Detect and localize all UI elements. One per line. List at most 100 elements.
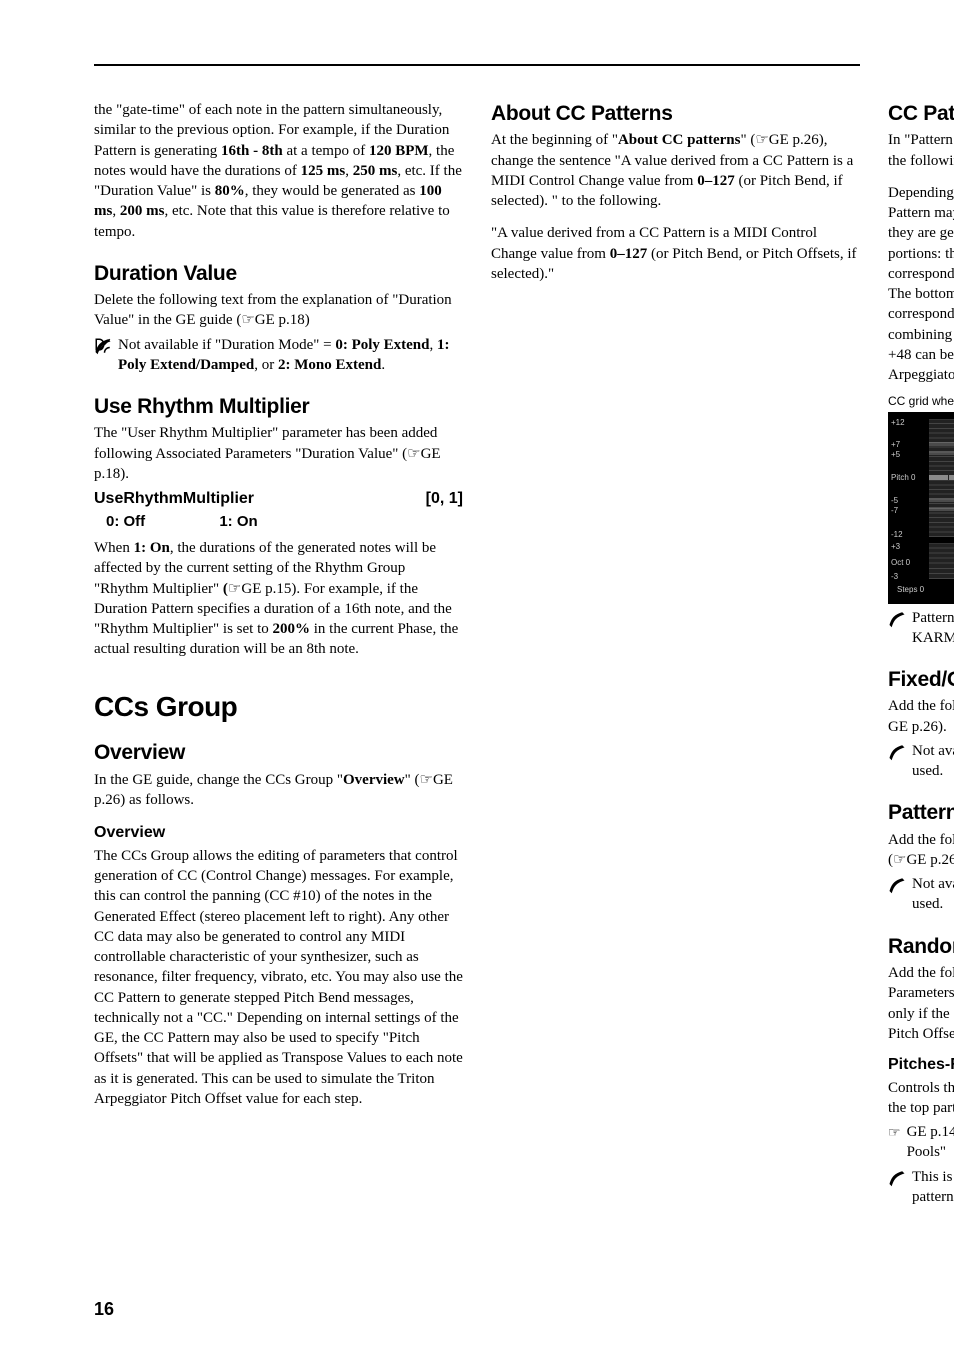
- text: ,: [345, 163, 353, 179]
- pointer-icon: ☞: [888, 1123, 901, 1142]
- subheading-overview: Overview: [94, 822, 463, 844]
- axis-label: Steps 0: [897, 585, 924, 596]
- note: This is valid only if the GE settings ma…: [888, 1167, 954, 1208]
- body-text: Add the following note to the explanatio…: [888, 830, 954, 871]
- page-content: the "gate-time" of each note in the patt…: [94, 100, 860, 1291]
- cross-reference: ☞ GE p.14 Rhythm Group: Random Weighting…: [888, 1122, 954, 1163]
- body-text: Delete the following text from the expla…: [94, 290, 463, 331]
- text: ,: [430, 337, 438, 353]
- bold: 1: On: [134, 540, 170, 556]
- body-text: Depending on internal settings of the GE…: [888, 183, 954, 386]
- heading: CC Pattern: [888, 100, 954, 128]
- note-icon: [888, 610, 906, 628]
- note: Not available in Phase 2 when Pitch Offs…: [888, 741, 954, 782]
- pitch-zero-row: [929, 475, 954, 480]
- section-duration-value: Duration Value Delete the following text…: [94, 260, 463, 375]
- top-rule: [94, 64, 860, 66]
- body-text: "A value derived from a CC Pattern is a …: [491, 223, 860, 284]
- grid-highlight-row: [929, 498, 954, 503]
- body-text: Controls the shape of the weighting curv…: [888, 1078, 954, 1119]
- section-use-rhythm-multiplier: Use Rhythm Multiplier The "User Rhythm M…: [94, 393, 463, 659]
- bold: 80%: [215, 183, 245, 199]
- note-icon: [888, 876, 906, 894]
- heading-overview: Overview: [94, 739, 463, 767]
- section-fixed-on: Fixed/On Add the following note to the e…: [888, 666, 954, 781]
- param-name: Pitches-Random Factor: [888, 1054, 954, 1076]
- body-text: The "User Rhythm Multiplier" parameter h…: [94, 423, 463, 484]
- body-text: At the beginning of "About CC patterns" …: [491, 130, 860, 211]
- heading: Fixed/On: [888, 666, 954, 694]
- text: At the beginning of ": [491, 132, 618, 148]
- bold: 200 ms: [120, 203, 165, 219]
- param-name: UseRhythmMultiplier: [94, 488, 254, 510]
- text: .: [381, 357, 385, 373]
- bold: 200%: [273, 621, 311, 637]
- param-range: [0, 1]: [426, 488, 463, 510]
- steps-axis: Steps 0 8 16 24 32 40 48 56 64: [929, 585, 954, 599]
- note-text: This is valid only if the GE settings ma…: [912, 1167, 954, 1208]
- note-text: Not available if "Duration Mode" = 0: Po…: [118, 335, 463, 376]
- axis-label: -7: [891, 507, 898, 515]
- heading-ccs-group: CCs Group: [94, 688, 463, 726]
- bold: 0–127: [610, 246, 648, 262]
- bold: 16th - 8th: [221, 143, 283, 159]
- note-icon: [94, 337, 112, 355]
- axis-label: Pitch 0: [891, 474, 915, 482]
- note-text: Pattern grids cannot be viewed and edite…: [912, 608, 954, 649]
- option-off: 0: Off: [106, 513, 145, 530]
- axis-label: +3: [891, 543, 900, 551]
- section-ccs-group: CCs Group Overview In the GE guide, chan…: [94, 688, 463, 1109]
- axis-label: -3: [891, 573, 898, 581]
- heading: About CC Patterns: [491, 100, 860, 128]
- bold: Overview: [343, 772, 405, 788]
- axis-label: Oct 0: [891, 559, 910, 567]
- bold: About CC patterns: [618, 132, 741, 148]
- section-about-cc-patterns: About CC Patterns At the beginning of "A…: [491, 100, 860, 284]
- body-text: Add the following note to the explanatio…: [888, 696, 954, 737]
- param-row: UseRhythmMultiplier [0, 1]: [94, 488, 463, 510]
- bold: 125 ms: [301, 163, 346, 179]
- heading: Duration Value: [94, 260, 463, 288]
- param-options: 0: Off 1: On: [106, 512, 463, 532]
- axis-label: -12: [891, 531, 903, 539]
- axis-label: +12: [891, 419, 905, 427]
- text: , they would be generated as: [245, 183, 420, 199]
- body-text: The CCs Group allows the editing of para…: [94, 846, 463, 1109]
- bold: 2: Mono Extend: [278, 357, 381, 373]
- note-icon: [888, 1169, 906, 1187]
- body-text: When 1: On, the durations of the generat…: [94, 538, 463, 660]
- section-cc-pattern: CC Pattern In "Pattern Grid & Associated…: [888, 100, 954, 648]
- body-text: In "Pattern Grid & Associated Parameters…: [888, 130, 954, 171]
- heading: Pattern Type: [888, 799, 954, 827]
- note-icon: [888, 743, 906, 761]
- bold: 250 ms: [353, 163, 398, 179]
- heading: Random Weighting Parameters: [888, 933, 954, 961]
- section-pattern-type: Pattern Type Add the following note to t…: [888, 799, 954, 914]
- note: Not available if "Duration Mode" = 0: Po…: [94, 335, 463, 376]
- grid-highlight-row: [929, 442, 954, 447]
- body-text: Add the following parameters to Random W…: [888, 963, 954, 1044]
- cc-grid-figure: +12 +7 +5 Pitch 0 -5 -7 -12 +3 Oct 0 -3 …: [888, 412, 954, 604]
- param-row: Pitches-Random Factor [-99…+99]: [888, 1054, 954, 1076]
- bold: 0: Poly Extend: [335, 337, 429, 353]
- figure-caption: CC grid when being used for Pitch Offset…: [888, 393, 954, 409]
- note-text: Not available in Phase 2 when Pitch Offs…: [912, 741, 954, 782]
- text: When: [94, 540, 134, 556]
- option-on: 1: On: [219, 513, 257, 530]
- section-random-weighting: Random Weighting Parameters Add the foll…: [888, 933, 954, 1207]
- octave-grid: [929, 543, 954, 579]
- intro-paragraph: the "gate-time" of each note in the patt…: [94, 100, 463, 242]
- axis-label: +7: [891, 441, 900, 449]
- text: ,: [112, 203, 120, 219]
- note: Pattern grids cannot be viewed and edite…: [888, 608, 954, 649]
- text: Not available if "Duration Mode" =: [118, 337, 335, 353]
- note-text: Not available in Phase 2 when Pitch Offs…: [912, 874, 954, 915]
- body-text: In the GE guide, change the CCs Group "O…: [94, 770, 463, 811]
- axis-label: -5: [891, 497, 898, 505]
- xref-text: GE p.14 Rhythm Group: Random Weighting P…: [907, 1122, 954, 1163]
- body-text: the "gate-time" of each note in the patt…: [94, 100, 463, 242]
- note: Not available in Phase 2 when Pitch Offs…: [888, 874, 954, 915]
- text: , or: [254, 357, 278, 373]
- axis-label: +5: [891, 451, 900, 459]
- text: at a tempo of: [283, 143, 369, 159]
